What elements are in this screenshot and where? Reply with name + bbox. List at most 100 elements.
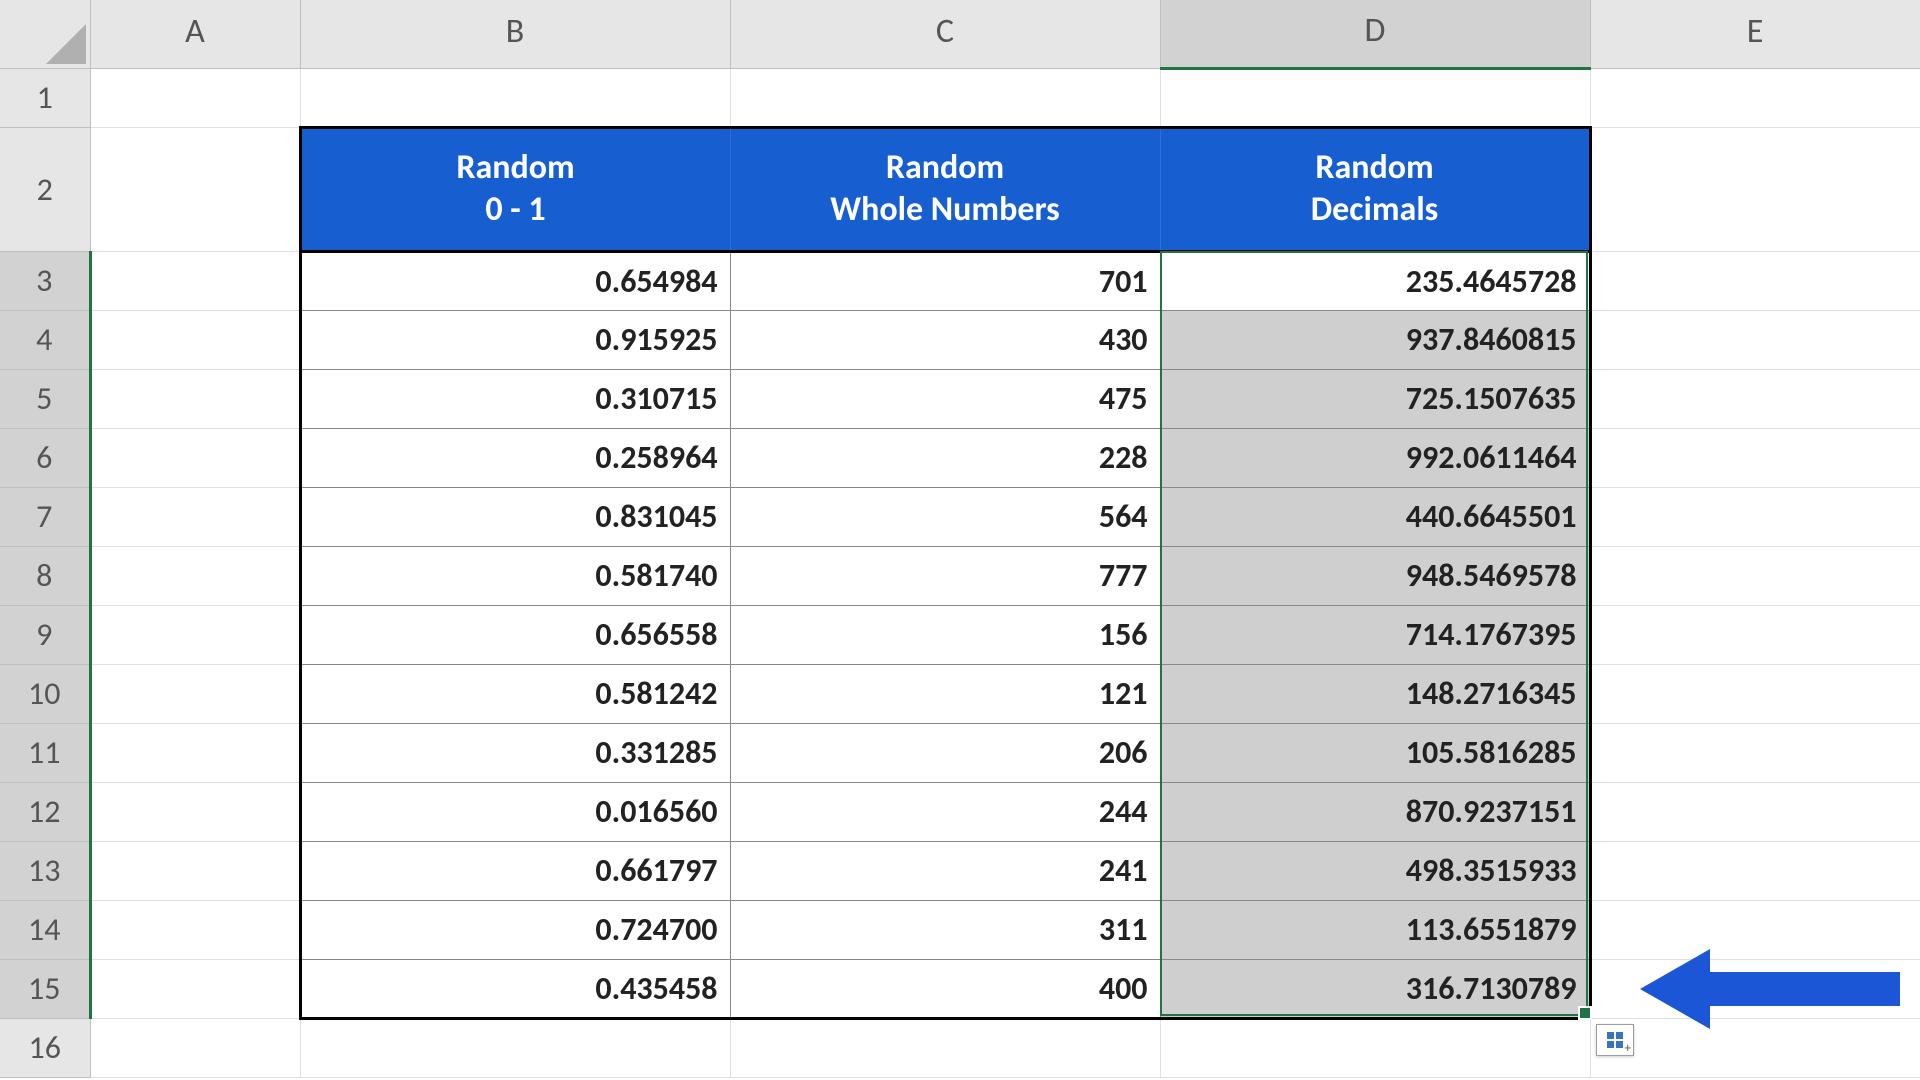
worksheet-grid[interactable]: A B C D E 1 2 Random 0 - 1 Random Whole … xyxy=(0,0,1920,1078)
colhdr-E[interactable]: E xyxy=(1590,0,1920,68)
cell-E7[interactable] xyxy=(1590,487,1920,546)
rowhdr-5[interactable]: 5 xyxy=(0,369,90,428)
cell-C12[interactable]: 244 xyxy=(730,782,1160,841)
cell-C6[interactable]: 228 xyxy=(730,428,1160,487)
cell-B8[interactable]: 0.581740 xyxy=(300,546,730,605)
cell-D8[interactable]: 948.5469578 xyxy=(1160,546,1590,605)
cell-B7[interactable]: 0.831045 xyxy=(300,487,730,546)
cell-C4[interactable]: 430 xyxy=(730,310,1160,369)
rowhdr-13[interactable]: 13 xyxy=(0,841,90,900)
cell-A5[interactable] xyxy=(90,369,300,428)
cell-E13[interactable] xyxy=(1590,841,1920,900)
table-header-random-whole[interactable]: Random Whole Numbers xyxy=(730,127,1160,251)
cell-D13[interactable]: 498.3515933 xyxy=(1160,841,1590,900)
cell-C3[interactable]: 701 xyxy=(730,251,1160,310)
cell-E9[interactable] xyxy=(1590,605,1920,664)
rowhdr-2[interactable]: 2 xyxy=(0,127,90,251)
cell-D15[interactable]: 316.7130789 xyxy=(1160,959,1590,1018)
cell-B16[interactable] xyxy=(300,1018,730,1077)
rowhdr-16[interactable]: 16 xyxy=(0,1018,90,1077)
cell-D12[interactable]: 870.9237151 xyxy=(1160,782,1590,841)
cell-C11[interactable]: 206 xyxy=(730,723,1160,782)
cell-A12[interactable] xyxy=(90,782,300,841)
cell-E14[interactable] xyxy=(1590,900,1920,959)
cell-E3[interactable] xyxy=(1590,251,1920,310)
cell-C5[interactable]: 475 xyxy=(730,369,1160,428)
cell-B13[interactable]: 0.661797 xyxy=(300,841,730,900)
cell-A7[interactable] xyxy=(90,487,300,546)
colhdr-D[interactable]: D xyxy=(1160,0,1590,68)
cell-B4[interactable]: 0.915925 xyxy=(300,310,730,369)
cell-E5[interactable] xyxy=(1590,369,1920,428)
cell-A6[interactable] xyxy=(90,428,300,487)
rowhdr-3[interactable]: 3 xyxy=(0,251,90,310)
cell-A9[interactable] xyxy=(90,605,300,664)
cell-E6[interactable] xyxy=(1590,428,1920,487)
cell-C7[interactable]: 564 xyxy=(730,487,1160,546)
cell-A3[interactable] xyxy=(90,251,300,310)
cell-E12[interactable] xyxy=(1590,782,1920,841)
cell-E15[interactable] xyxy=(1590,959,1920,1018)
cell-B5[interactable]: 0.310715 xyxy=(300,369,730,428)
cell-D4[interactable]: 937.8460815 xyxy=(1160,310,1590,369)
cell-A8[interactable] xyxy=(90,546,300,605)
cell-E10[interactable] xyxy=(1590,664,1920,723)
cell-D7[interactable]: 440.6645501 xyxy=(1160,487,1590,546)
cell-B10[interactable]: 0.581242 xyxy=(300,664,730,723)
cell-D5[interactable]: 725.1507635 xyxy=(1160,369,1590,428)
rowhdr-10[interactable]: 10 xyxy=(0,664,90,723)
cell-C10[interactable]: 121 xyxy=(730,664,1160,723)
cell-C14[interactable]: 311 xyxy=(730,900,1160,959)
cell-A11[interactable] xyxy=(90,723,300,782)
cell-A14[interactable] xyxy=(90,900,300,959)
cell-A2[interactable] xyxy=(90,127,300,251)
cell-D9[interactable]: 714.1767395 xyxy=(1160,605,1590,664)
select-all-corner[interactable] xyxy=(0,0,90,68)
cell-C16[interactable] xyxy=(730,1018,1160,1077)
rowhdr-8[interactable]: 8 xyxy=(0,546,90,605)
colhdr-B[interactable]: B xyxy=(300,0,730,68)
cell-B3[interactable]: 0.654984 xyxy=(300,251,730,310)
cell-B12[interactable]: 0.016560 xyxy=(300,782,730,841)
cell-D3[interactable]: 235.4645728 xyxy=(1160,251,1590,310)
cell-C1[interactable] xyxy=(730,68,1160,127)
rowhdr-12[interactable]: 12 xyxy=(0,782,90,841)
colhdr-A[interactable]: A xyxy=(90,0,300,68)
cell-C9[interactable]: 156 xyxy=(730,605,1160,664)
cell-C8[interactable]: 777 xyxy=(730,546,1160,605)
cell-D14[interactable]: 113.6551879 xyxy=(1160,900,1590,959)
cell-A13[interactable] xyxy=(90,841,300,900)
cell-B11[interactable]: 0.331285 xyxy=(300,723,730,782)
rowhdr-7[interactable]: 7 xyxy=(0,487,90,546)
rowhdr-1[interactable]: 1 xyxy=(0,68,90,127)
table-header-random-decimals[interactable]: Random Decimals xyxy=(1160,127,1590,251)
colhdr-C[interactable]: C xyxy=(730,0,1160,68)
autofill-options-button[interactable]: + xyxy=(1596,1024,1634,1056)
cell-E1[interactable] xyxy=(1590,68,1920,127)
cell-D6[interactable]: 992.0611464 xyxy=(1160,428,1590,487)
cell-C15[interactable]: 400 xyxy=(730,959,1160,1018)
cell-E8[interactable] xyxy=(1590,546,1920,605)
cell-D16[interactable] xyxy=(1160,1018,1590,1077)
rowhdr-14[interactable]: 14 xyxy=(0,900,90,959)
rowhdr-6[interactable]: 6 xyxy=(0,428,90,487)
cell-E2[interactable] xyxy=(1590,127,1920,251)
rowhdr-11[interactable]: 11 xyxy=(0,723,90,782)
cell-E16[interactable] xyxy=(1590,1018,1920,1077)
cell-A4[interactable] xyxy=(90,310,300,369)
rowhdr-4[interactable]: 4 xyxy=(0,310,90,369)
cell-D11[interactable]: 105.5816285 xyxy=(1160,723,1590,782)
rowhdr-9[interactable]: 9 xyxy=(0,605,90,664)
cell-A15[interactable] xyxy=(90,959,300,1018)
cell-B1[interactable] xyxy=(300,68,730,127)
cell-D10[interactable]: 148.2716345 xyxy=(1160,664,1590,723)
table-header-random-0-1[interactable]: Random 0 - 1 xyxy=(300,127,730,251)
rowhdr-15[interactable]: 15 xyxy=(0,959,90,1018)
cell-A16[interactable] xyxy=(90,1018,300,1077)
cell-B15[interactable]: 0.435458 xyxy=(300,959,730,1018)
cell-B6[interactable]: 0.258964 xyxy=(300,428,730,487)
cell-E4[interactable] xyxy=(1590,310,1920,369)
cell-A10[interactable] xyxy=(90,664,300,723)
cell-D1[interactable] xyxy=(1160,68,1590,127)
cell-E11[interactable] xyxy=(1590,723,1920,782)
